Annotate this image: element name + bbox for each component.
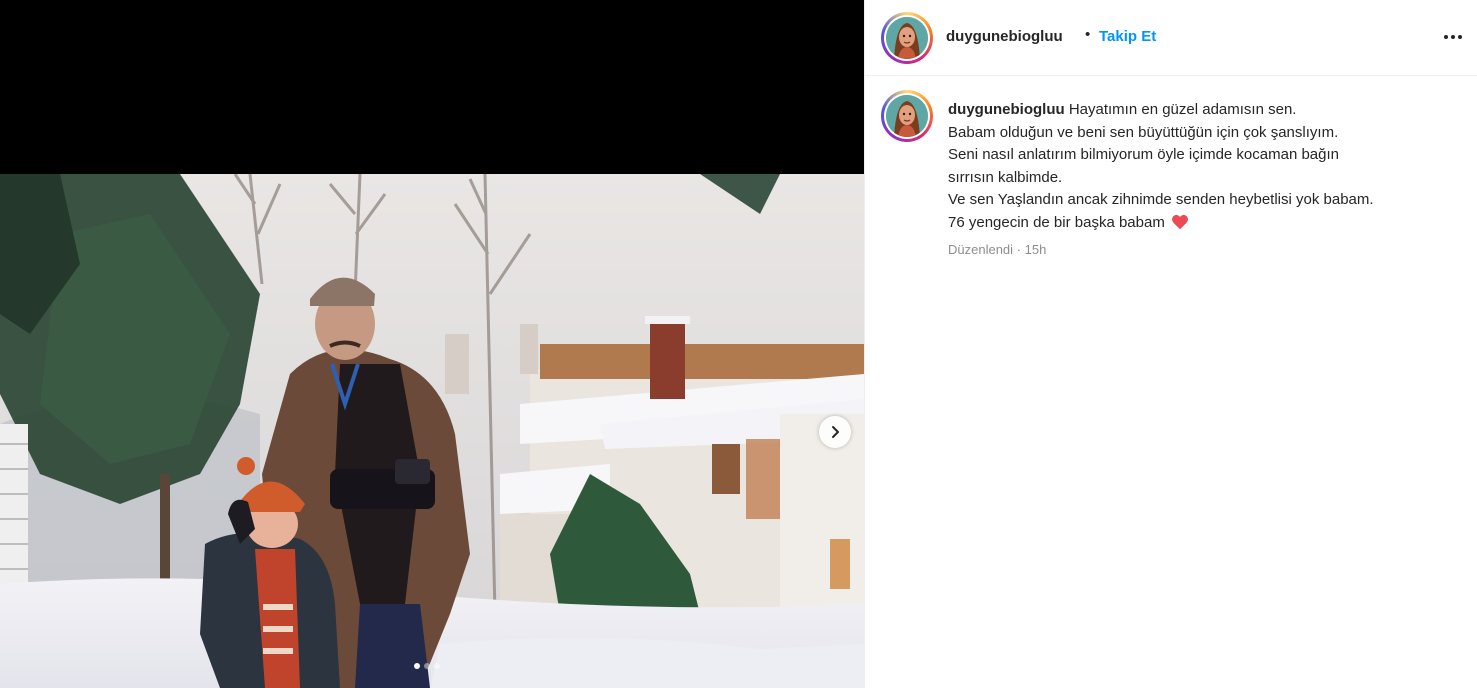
chevron-right-icon — [832, 426, 839, 438]
caption-line-3: Seni nasıl anlatırım bilmiyorum öyle içi… — [948, 146, 1340, 163]
caption-avatar[interactable] — [881, 90, 933, 142]
post-media — [0, 0, 864, 688]
caption-line-2: Babam olduğun ve beni sen büyüttüğün içi… — [948, 123, 1339, 141]
more-options-button[interactable] — [1441, 27, 1465, 47]
caption-username[interactable]: duygunebiogluu — [948, 101, 1065, 118]
post-side-panel: duygunebiogluu • Takip Et duygunebiogluu… — [864, 0, 1477, 688]
edited-label: Düzenlendi — [948, 242, 1014, 257]
meta-separator: · — [1016, 242, 1022, 257]
caption-line-5: Ve sen Yaşlandın ancak zihnimde senden h… — [948, 191, 1374, 208]
red-heart-icon — [1171, 214, 1188, 229]
more-horizontal-icon — [1444, 35, 1448, 39]
photo-father-and-child-in-snow — [0, 174, 864, 688]
caption-line-4: sırrısın kalbimde. — [948, 168, 1063, 186]
caption-line-1: Hayatımın en güzel adamısın sen. — [1068, 101, 1297, 118]
post-timestamp[interactable]: 15h — [1025, 242, 1047, 257]
profile-picture — [886, 17, 928, 59]
caption-meta: Düzenlendi · 15h — [948, 242, 1046, 257]
carousel-next-button[interactable] — [819, 416, 851, 448]
post-photo[interactable] — [0, 174, 864, 688]
caption-line-6: 76 yengecin de bir başka babam — [948, 213, 1165, 231]
carousel-indicator — [414, 663, 440, 669]
avatar[interactable] — [881, 12, 933, 64]
header-separator: • — [1085, 26, 1091, 43]
profile-picture — [886, 95, 928, 137]
post-header: duygunebiogluu • Takip Et — [865, 0, 1477, 76]
follow-button[interactable]: Takip Et — [1099, 28, 1156, 45]
carousel-dot-1 — [414, 663, 420, 669]
carousel-dot-3 — [434, 663, 440, 669]
post-author-username[interactable]: duygunebiogluu — [946, 28, 1063, 45]
post-caption: duygunebiogluu Hayatımın en güzel adamıs… — [948, 99, 1458, 234]
carousel-dot-2 — [424, 663, 430, 669]
